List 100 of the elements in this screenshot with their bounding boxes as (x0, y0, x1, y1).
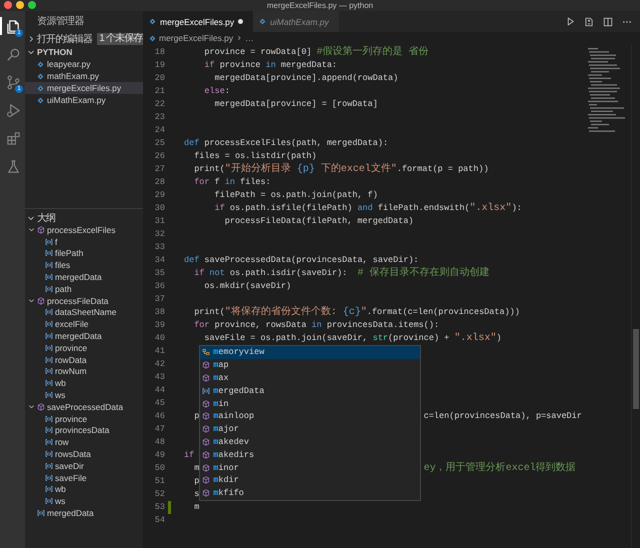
code-line: c=len(provincesData), p=saveDir (424, 410, 582, 423)
file-item[interactable]: leapyear.py (25, 58, 143, 70)
suggestion-item[interactable]: mergedData (200, 384, 420, 398)
outline-item[interactable]: row (25, 436, 143, 448)
outline-item[interactable]: processExcelFiles (25, 224, 143, 236)
scrollbar-thumb[interactable] (633, 329, 639, 409)
line-number: 36 (154, 280, 165, 293)
suggestion-item[interactable]: min (200, 397, 420, 410)
suggestion-item[interactable]: map (200, 358, 420, 372)
outline-item[interactable]: province (25, 342, 143, 354)
variable-symbol-icon (202, 386, 210, 395)
variable-symbol-icon (45, 450, 53, 458)
outline-item[interactable]: province (25, 412, 143, 425)
outline-item[interactable]: path (25, 282, 143, 295)
variable-symbol-icon (45, 462, 53, 470)
zoom-button[interactable] (28, 1, 36, 9)
code-line: m (193, 462, 200, 475)
split-editor-icon[interactable] (603, 16, 613, 26)
line-number: 29 (154, 189, 165, 202)
outline-item[interactable]: saveFile (25, 472, 143, 484)
file-item[interactable]: mergeExcelFiles.py (25, 82, 143, 94)
run-icon[interactable] (566, 17, 575, 26)
suggestion-item[interactable]: mkfifo (200, 486, 420, 500)
open-changes-icon[interactable] (584, 16, 594, 26)
code-line: files = os.listdir(path) (193, 150, 317, 162)
editor-tab[interactable]: uiMathExam.py (253, 11, 339, 32)
suggestion-item[interactable]: mainloop (200, 410, 420, 423)
outline-item[interactable]: ws (25, 495, 143, 508)
suggestion-item[interactable]: major (200, 422, 420, 436)
file-item[interactable]: mathExam.py (25, 70, 143, 82)
folder-header[interactable]: PYTHON (25, 45, 143, 58)
suggestion-item[interactable]: makedev (200, 436, 420, 448)
code-line: province = rowData[0] #假设第一列存的是 省份 (203, 46, 429, 59)
editor-tab[interactable]: mergeExcelFiles.py (143, 11, 254, 32)
line-number: 25 (154, 137, 165, 150)
line-number: 47 (154, 423, 165, 436)
suggestion-item[interactable]: memoryview (200, 346, 420, 359)
outline-item[interactable]: mergedData (25, 507, 143, 519)
outline-item[interactable]: processFileData (25, 294, 143, 307)
variable-symbol-icon (45, 426, 53, 434)
outline-item[interactable]: provincesData (25, 424, 143, 436)
outline-item[interactable]: wb (25, 377, 143, 390)
line-number: 27 (154, 163, 165, 176)
function-symbol-icon (202, 489, 210, 498)
outline-header[interactable]: 大纲 (25, 211, 143, 224)
line-number: 38 (154, 306, 165, 319)
breadcrumb-item[interactable]: … (245, 33, 254, 43)
line-number: 40 (154, 332, 165, 345)
search-icon[interactable] (6, 46, 21, 62)
variable-symbol-icon (45, 497, 53, 506)
outline-item[interactable]: rowData (25, 354, 143, 366)
files-icon[interactable] (6, 18, 21, 34)
outline-item[interactable]: f (25, 236, 143, 248)
code-line: if os.path.isfile(filePath) and filePath.endswith(".xlsx"): (214, 202, 522, 215)
line-number: 53 (154, 501, 165, 514)
flask-icon[interactable] (6, 158, 21, 174)
code-line: mergedData[province].append(rowData) (214, 72, 398, 85)
line-number: 18 (154, 46, 165, 59)
outline-item[interactable]: mergedData (25, 271, 143, 283)
function-symbol-icon (37, 402, 45, 411)
suggestion-item[interactable]: max (200, 372, 420, 384)
outline-item[interactable]: excelFile (25, 318, 143, 330)
outline-item[interactable]: filePath (25, 248, 143, 260)
code-line: mergedData[province] = [rowData] (214, 98, 378, 111)
outline-item[interactable]: rowsData (25, 448, 143, 460)
extensions-icon[interactable] (6, 130, 21, 146)
function-symbol-icon (202, 438, 210, 446)
python-file-icon (259, 18, 266, 25)
code-line: os.mkdir(saveDir) (203, 280, 292, 293)
outline-item[interactable]: rowNum (25, 366, 143, 378)
line-number: 30 (154, 202, 165, 215)
suggestion-item[interactable]: makedirs (200, 448, 420, 462)
breadcrumb-item[interactable]: mergeExcelFiles.py (159, 33, 234, 43)
outline-item[interactable]: wb (25, 484, 143, 496)
code-line: for province, rowsData in provincesData.items(): (193, 319, 440, 332)
function-symbol-icon (202, 476, 210, 484)
minimize-button[interactable] (16, 1, 24, 9)
file-item[interactable]: uiMathExam.py (25, 94, 143, 106)
outline-item[interactable]: mergedData (25, 330, 143, 342)
close-button[interactable] (4, 1, 12, 9)
code-line: if province in mergedData: (203, 59, 338, 72)
line-number: 34 (154, 254, 165, 267)
line-number: 49 (154, 449, 165, 462)
outline-item[interactable]: files (25, 259, 143, 272)
variable-symbol-icon (45, 485, 53, 494)
outline-item[interactable]: dataSheetName (25, 306, 143, 318)
source-control-icon[interactable] (6, 74, 21, 90)
line-number: 28 (154, 176, 165, 189)
code-line: filePath = os.path.join(path, f) (214, 189, 378, 202)
outline-item[interactable]: saveDir (25, 460, 143, 472)
outline-item[interactable]: ws (25, 389, 143, 401)
suggestion-item[interactable]: mkdir (200, 474, 420, 487)
variable-symbol-icon (45, 249, 53, 258)
line-number: 52 (154, 488, 165, 501)
run-debug-icon[interactable] (6, 102, 21, 118)
line-number: 42 (154, 358, 165, 371)
suggestion-item[interactable]: minor (200, 461, 420, 474)
open-editors-header[interactable]: 打开的编辑器 1 个未保存 (25, 32, 143, 45)
function-symbol-icon (202, 412, 210, 420)
outline-item[interactable]: saveProcessedData (25, 400, 143, 413)
